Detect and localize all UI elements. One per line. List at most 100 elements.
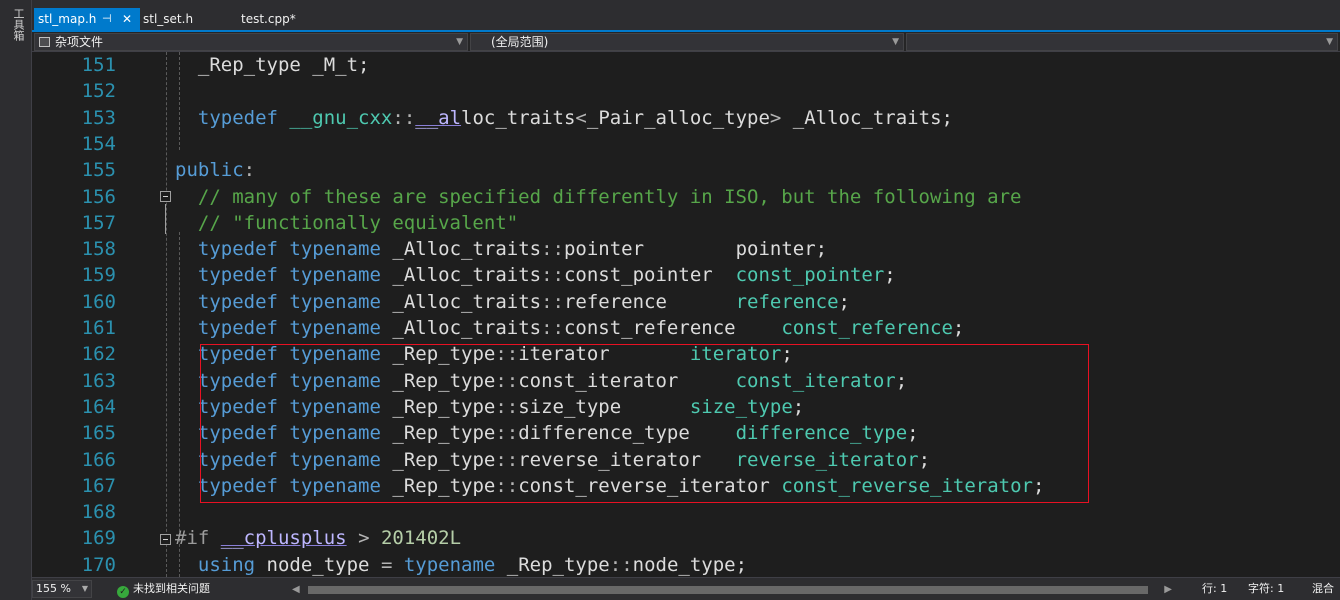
zoom-dropdown[interactable]: 155 % ▼ (32, 580, 92, 598)
code-token: _Rep_type (380, 474, 496, 497)
code-line[interactable]: 160 typedef typename _Alloc_traits::refe… (32, 289, 1340, 315)
code-line[interactable]: 170 using node_type = typename _Rep_type… (32, 552, 1340, 577)
code-token: :: (541, 238, 564, 261)
zoom-value: 155 % (36, 582, 71, 595)
code-line[interactable]: 152 (32, 78, 1340, 104)
code-token: ; (952, 317, 965, 339)
code-token: typedef (197, 422, 278, 445)
horizontal-scrollbar[interactable]: ◀ ▶ (292, 582, 1172, 597)
code-line[interactable]: 169 #if __cplusplus > 201402L (32, 525, 1340, 551)
close-icon[interactable]: ✕ (122, 8, 132, 30)
code-line[interactable]: 166 typedef typename _Rep_type::reverse_… (32, 447, 1340, 473)
navigation-bar: 杂项文件 ▼ (全局范围) ▼ ▼ (32, 32, 1340, 52)
code-token: const_reverse_iterator (781, 474, 1033, 497)
code-token: :: (495, 343, 519, 366)
code-line[interactable]: 154 (32, 131, 1340, 157)
code-token: :: (541, 317, 564, 339)
code-line[interactable]: 159 typedef typename _Alloc_traits::cons… (32, 262, 1340, 288)
line-ending-mode[interactable]: 混合 (1312, 578, 1334, 600)
code-text: typedef typename _Rep_type::reverse_iter… (175, 447, 930, 473)
code-token: ; (781, 343, 793, 366)
code-line[interactable]: 165 typedef typename _Rep_type::differen… (32, 420, 1340, 446)
code-token: typedef (197, 264, 278, 287)
code-line[interactable]: 155 public: (32, 157, 1340, 183)
line-number: 167 (81, 474, 116, 497)
code-token: ; (838, 290, 850, 313)
code-token: _Rep_type (380, 369, 496, 392)
line-number: 155 (81, 159, 116, 182)
tab-test-cpp[interactable]: test.cpp* (237, 8, 327, 30)
code-token: reference (735, 290, 839, 313)
toolbox-strip[interactable]: 工具箱 (0, 0, 32, 600)
scope-dropdown[interactable]: (全局范围) ▼ (470, 33, 904, 51)
code-token: _Alloc_traits (380, 238, 542, 261)
code-line[interactable]: 161 typedef typename _Alloc_traits::cons… (32, 315, 1340, 341)
code-token: typename (289, 369, 381, 392)
code-token: ; (907, 422, 919, 445)
code-token: __al (415, 106, 462, 129)
code-token: :: (495, 369, 519, 392)
code-token: typename (289, 317, 381, 339)
line-number: 163 (81, 369, 116, 392)
code-token: :: (541, 264, 564, 287)
tab-stl-map[interactable]: stl_map.h ⊣ ✕ (34, 8, 140, 30)
code-token: _Alloc_traits (380, 264, 542, 287)
toolbox-label[interactable]: 工具箱 (8, 8, 25, 41)
code-token: _Rep_type (495, 553, 610, 576)
pin-icon[interactable]: ⊣ (102, 8, 112, 30)
code-line[interactable]: 164 typedef typename _Rep_type::size_typ… (32, 394, 1340, 420)
tab-stl-set[interactable]: stl_set.h (139, 8, 229, 30)
code-token: node_type (255, 553, 381, 576)
scroll-left-icon[interactable]: ◀ (292, 582, 300, 597)
code-line[interactable]: 157 // "functionally equivalent" (32, 210, 1340, 236)
code-line[interactable]: 163 typedef typename _Rep_type::const_it… (32, 368, 1340, 394)
code-token: public (175, 159, 244, 182)
code-line[interactable]: 158 typedef typename _Alloc_traits::poin… (32, 236, 1340, 262)
code-token: > (346, 527, 381, 550)
code-token: const_pointer (563, 264, 736, 287)
issues-indicator[interactable]: ✓ 未找到相关问题 (117, 578, 210, 600)
code-token: size_type (518, 395, 690, 418)
code-token: typename (289, 474, 381, 497)
code-line[interactable]: 162 typedef typename _Rep_type::iterator… (32, 341, 1340, 367)
code-token: _Alloc_traits (380, 290, 542, 313)
line-number: 153 (81, 106, 116, 129)
code-line[interactable]: 156 // many of these are specified diffe… (32, 184, 1340, 210)
code-line[interactable]: 168 (32, 499, 1340, 525)
code-token: :: (392, 106, 416, 129)
code-line[interactable]: 167 typedef typename _Rep_type::const_re… (32, 473, 1340, 499)
line-number: 156 (81, 185, 116, 208)
code-token: ; (895, 369, 908, 392)
code-editor[interactable]: 151 _Rep_type _M_t; 152 153 typedef __gnu_… (32, 52, 1340, 577)
status-bar: 155 % ▼ ✓ 未找到相关问题 ◀ ▶ 行: 1 字符: 1 混合 (32, 577, 1340, 600)
scrollbar-thumb[interactable] (308, 586, 1148, 594)
code-token: iterator (518, 343, 690, 366)
code-token: typedef (197, 106, 278, 129)
code-line[interactable]: 151 _Rep_type _M_t; (32, 52, 1340, 78)
document-tab-bar: stl_map.h ⊣ ✕ stl_set.h test.cpp* (32, 0, 1340, 30)
code-line[interactable]: 153 typedef __gnu_cxx::__alloc_traits<_P… (32, 105, 1340, 131)
code-token: typedef (197, 317, 278, 339)
file-icon (39, 37, 50, 47)
line-number: 165 (81, 422, 116, 445)
chevron-down-icon: ▼ (1326, 37, 1333, 47)
scroll-right-icon[interactable]: ▶ (1164, 582, 1172, 597)
project-dropdown[interactable]: 杂项文件 ▼ (34, 33, 468, 51)
chevron-down-icon: ▼ (81, 584, 88, 593)
code-token: typedef (197, 369, 278, 392)
line-number: 157 (81, 211, 116, 234)
member-dropdown[interactable]: ▼ (906, 33, 1338, 51)
code-text: typedef typename _Rep_type::size_type si… (175, 394, 804, 420)
line-number: 168 (81, 501, 116, 524)
code-token: using (197, 553, 256, 576)
